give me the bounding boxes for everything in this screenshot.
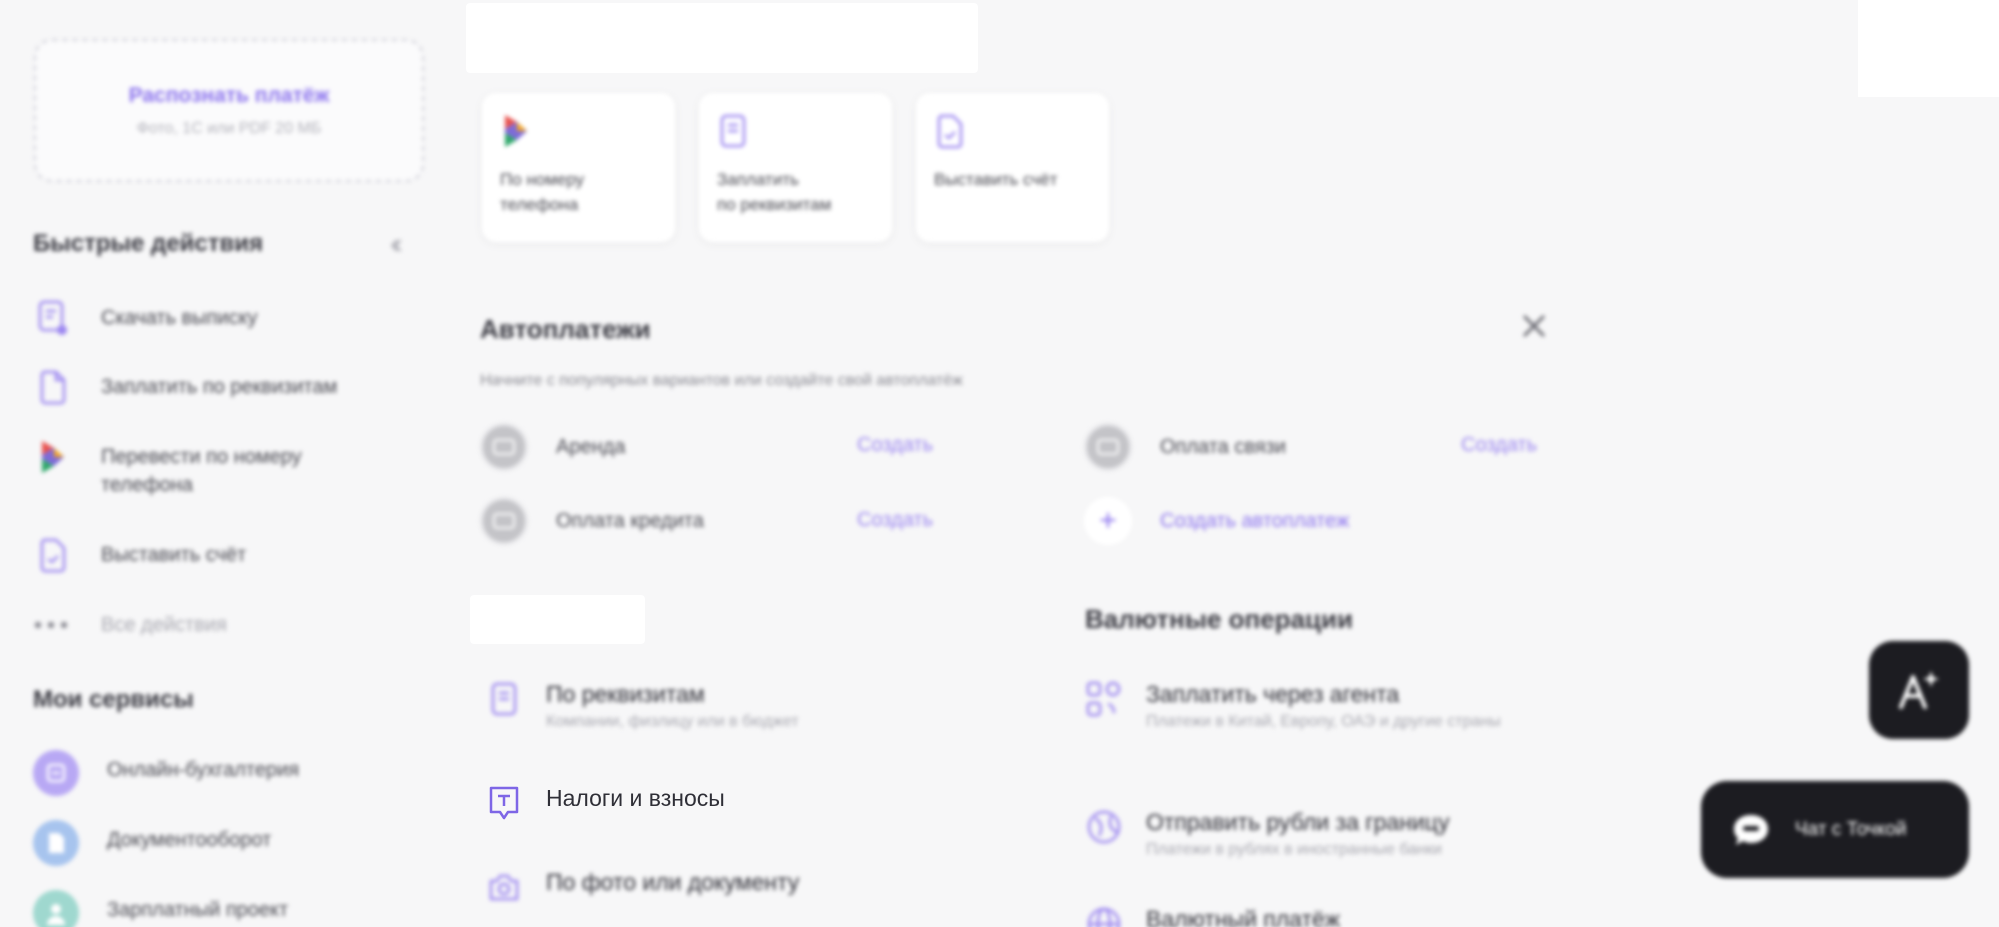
camera-icon [484, 867, 524, 907]
quick-actions-heading: Быстрые действия [33, 230, 263, 257]
statement-download-icon [33, 298, 73, 338]
recognize-payment-dropzone[interactable]: Распознать платёж Фото, 1С или PDF 20 МБ [34, 39, 424, 182]
fx-title: Валютный платёж [1146, 906, 1341, 927]
quick-card-pay-by-details[interactable]: Заплатить по реквизитам [699, 93, 892, 242]
recognize-payment-title[interactable]: Распознать платёж [129, 84, 330, 108]
quick-action-label: Все действия [101, 614, 227, 636]
document-icon [717, 113, 753, 149]
autopay-create-loan-link[interactable]: Создать [857, 509, 933, 532]
recognize-payment-hint: Фото, 1С или PDF 20 МБ [136, 119, 322, 137]
sidebar: Распознать платёж Фото, 1С или PDF 20 МБ… [0, 0, 440, 927]
more-dots-icon [33, 605, 73, 645]
quick-action-download-statement[interactable]: Скачать выписку [33, 298, 423, 338]
document-flow-icon [33, 820, 79, 866]
autopay-create-custom-label: Создать автоплатеж [1160, 509, 1350, 532]
plus-icon: + [1084, 497, 1132, 545]
my-services-heading: Мои сервисы [33, 686, 194, 713]
autopay-option-label: Оплата кредита [556, 509, 704, 532]
quick-card-label: По номеру телефона [500, 170, 585, 214]
service-label: Зарплатный проект [107, 899, 289, 921]
autopay-title: Автоплатежи [480, 314, 651, 344]
autopay-category-icon [480, 423, 528, 471]
service-label: Онлайн-бухгалтерия [107, 759, 300, 781]
quick-card-pay-by-phone[interactable]: По номеру телефона [482, 93, 675, 242]
collapse-double-chevron-icon[interactable]: ‹‹ [390, 229, 424, 259]
autopay-option-label: Оплата связи [1160, 435, 1286, 458]
document-icon [33, 367, 73, 407]
service-online-accounting[interactable]: Онлайн-бухгалтерия [33, 750, 423, 796]
sbp-icon [33, 437, 73, 477]
fx-title: Отправить рубли за границу [1146, 809, 1450, 835]
autopay-create-telecom-link[interactable]: Создать [1461, 434, 1537, 457]
service-label: Документооборот [107, 829, 272, 851]
autopay-category-icon [480, 497, 528, 545]
ai-assistant-button[interactable] [1869, 641, 1969, 739]
invoice-icon [934, 113, 970, 149]
payment-taxes[interactable]: Налоги и взносы [484, 783, 725, 823]
chat-with-tochka-button[interactable]: Чат с Точкой [1701, 781, 1969, 878]
quick-action-label: Выставить счёт [101, 544, 247, 566]
quick-action-transfer-by-phone[interactable]: Перевести по номеру телефона [33, 437, 423, 499]
autopay-subtitle: Начните с популярных вариантов или созда… [480, 372, 963, 389]
payment-by-details[interactable]: По реквизитам Компании, физлицу или в бю… [484, 679, 799, 733]
globe-icon [1084, 904, 1124, 927]
fx-pay-via-agent[interactable]: Заплатить через агента Платежи в Китай, … [1084, 679, 1546, 733]
quick-action-pay-by-details[interactable]: Заплатить по реквизитам [33, 367, 423, 407]
accounting-icon [33, 750, 79, 796]
top-right-placeholder [1858, 0, 1999, 97]
service-document-flow[interactable]: Документооборот [33, 820, 423, 866]
quick-action-label: Перевести по номеру телефона [101, 446, 302, 496]
fx-title: Заплатить через агента [1146, 681, 1400, 707]
autopay-option-loan: Оплата кредита [480, 497, 704, 545]
agent-exchange-icon [1084, 679, 1124, 719]
autopay-option-rent: Аренда [480, 423, 625, 471]
fx-operations-heading: Валютные операции [1085, 604, 1353, 634]
quick-card-label: Заплатить по реквизитам [717, 170, 832, 214]
autopay-option-label: Аренда [556, 435, 626, 458]
fx-send-rubles-abroad[interactable]: Отправить рубли за границу Платежи в руб… [1084, 807, 1566, 861]
autopay-category-icon [1084, 423, 1132, 471]
payment-title: Налоги и взносы [546, 785, 725, 811]
autopay-option-telecom: Оплата связи [1084, 423, 1286, 471]
autopay-create-rent-link[interactable]: Создать [857, 434, 933, 457]
quick-action-label: Скачать выписку [101, 307, 258, 329]
quick-action-all-actions[interactable]: Все действия [33, 605, 423, 645]
document-icon [484, 679, 524, 719]
fx-subtitle: Платежи в Китай, Европу, ОАЭ и другие ст… [1146, 713, 1501, 730]
tax-icon [484, 783, 524, 823]
top-placeholder-bar [466, 3, 978, 73]
ruble-abroad-icon [1084, 807, 1124, 847]
autopay-create-custom[interactable]: + Создать автоплатеж [1084, 497, 1349, 545]
quick-action-issue-invoice[interactable]: Выставить счёт [33, 535, 423, 575]
payment-subtitle: Компании, физлицу или в бюджет [546, 713, 799, 730]
salary-project-icon [33, 890, 79, 927]
fx-currency-payment[interactable]: Валютный платёж [1084, 904, 1340, 927]
quick-card-label: Выставить счёт [934, 170, 1058, 189]
fx-subtitle: Платежи в рублях в иностранные банки [1146, 841, 1442, 858]
chat-bubble-icon [1734, 814, 1768, 845]
payment-by-photo[interactable]: По фото или документу [484, 867, 799, 907]
close-icon[interactable] [1516, 308, 1552, 344]
quick-action-label: Заплатить по реквизитам [101, 376, 338, 398]
payment-title: По реквизитам [546, 681, 705, 707]
payment-title: По фото или документу [546, 869, 800, 895]
payments-heading-placeholder [470, 595, 645, 644]
ai-sparkle-icon [1899, 671, 1939, 709]
service-salary-project[interactable]: Зарплатный проект [33, 890, 423, 927]
sbp-icon [500, 113, 536, 149]
chat-label: Чат с Точкой [1795, 818, 1907, 840]
invoice-icon [33, 535, 73, 575]
quick-card-issue-invoice[interactable]: Выставить счёт [916, 93, 1109, 242]
